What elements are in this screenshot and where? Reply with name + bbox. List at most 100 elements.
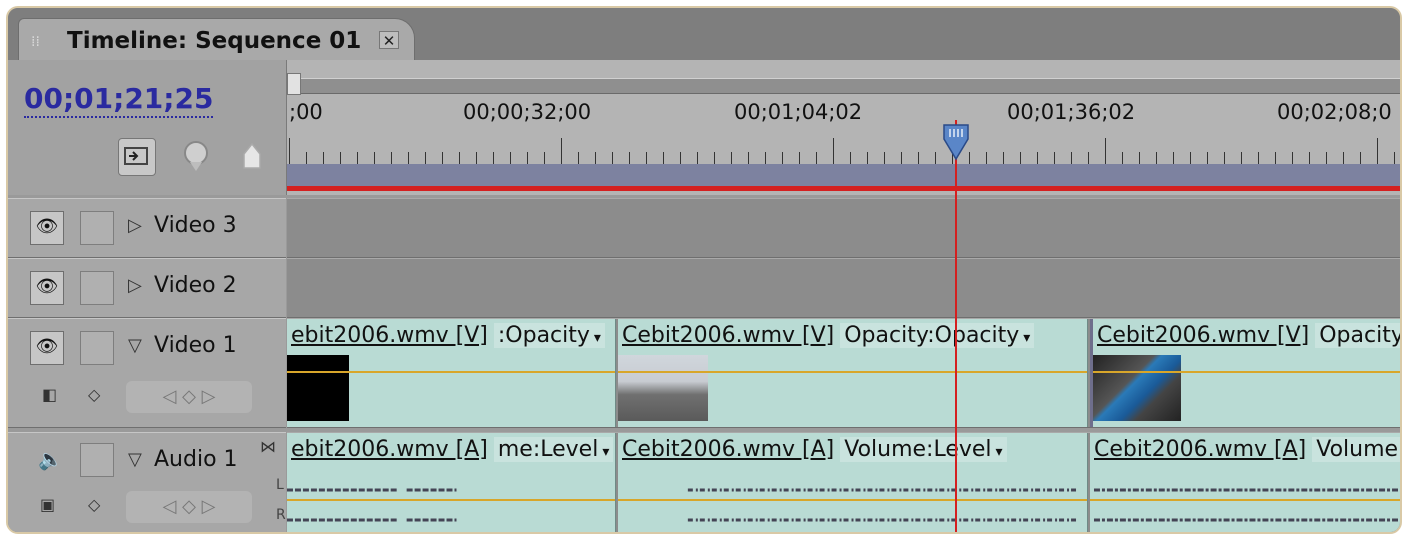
- timeline-panel: ⁞⁞ Timeline: Sequence 01 ✕ 00;01;21;25 ;…: [6, 6, 1402, 534]
- ruler-tick: [459, 152, 460, 164]
- clip-name: Cebit2006.wmv [V]: [622, 323, 835, 348]
- effect-label: Volume: [1316, 437, 1399, 462]
- ruler-tick: [646, 152, 647, 164]
- speaker-icon[interactable]: 🔈: [38, 447, 63, 471]
- ruler-tick: [391, 152, 392, 164]
- waveform-display-icon[interactable]: ▣: [40, 495, 55, 514]
- ruler-tick: [340, 152, 341, 164]
- track-name: Video 2: [154, 273, 237, 298]
- ruler-tick: [714, 152, 715, 164]
- tab-bar: ⁞⁞ Timeline: Sequence 01 ✕: [8, 8, 1400, 63]
- render-bar: [287, 186, 1400, 191]
- time-ruler[interactable]: ;00 00;00;32;00 00;01;04;02 00;01;36;02 …: [287, 60, 1400, 195]
- lock-toggle[interactable]: [80, 331, 114, 365]
- effect-label: Opacity:Opacity: [844, 323, 1020, 348]
- track-audio1[interactable]: ebit2006.wmv [A] me:Level ▾ Cebit2006.wmv …: [287, 432, 1400, 532]
- expand-icon[interactable]: ▷: [128, 275, 142, 296]
- effect-dropdown[interactable]: me:Level ▾: [493, 437, 614, 462]
- ruler-tick: [1173, 152, 1174, 164]
- ruler-tick: [612, 152, 613, 164]
- playhead-icon[interactable]: [942, 123, 970, 161]
- ruler-tick: [1241, 152, 1242, 164]
- close-icon[interactable]: ✕: [379, 31, 399, 50]
- audio-clip[interactable]: ebit2006.wmv [A] me:Level ▾: [287, 433, 616, 532]
- dropdown-icon[interactable]: ▾: [594, 330, 601, 346]
- clip-name: ebit2006.wmv [A]: [291, 437, 488, 462]
- track-video3[interactable]: [287, 198, 1400, 258]
- ruler-label: 00;02;08;0: [1277, 100, 1392, 124]
- keyframe-navigator[interactable]: ◁ ◇ ▷: [126, 491, 252, 523]
- ruler-tick: [561, 138, 562, 164]
- effect-dropdown[interactable]: Volume:Level ▾: [840, 437, 1007, 462]
- dropdown-icon[interactable]: ▾: [1023, 330, 1030, 346]
- ruler-tick: [1394, 152, 1395, 164]
- grip-icon[interactable]: ⁞⁞: [31, 33, 41, 51]
- dropdown-icon[interactable]: ▾: [602, 444, 609, 460]
- clip-header: ebit2006.wmv [V]:Opacity ▾: [287, 319, 615, 355]
- video-clip[interactable]: ebit2006.wmv [V]:Opacity ▾: [287, 319, 616, 427]
- opacity-line[interactable]: [287, 371, 615, 373]
- video-clip[interactable]: Cebit2006.wmv [V] Opacity: [1090, 319, 1402, 427]
- lock-toggle[interactable]: [80, 271, 114, 305]
- keyframe-toggle-icon[interactable]: ◇: [88, 385, 100, 404]
- ruler-tick: [1326, 152, 1327, 164]
- ruler-tick: [1071, 152, 1072, 164]
- playhead-line[interactable]: [955, 120, 957, 532]
- effect-dropdown[interactable]: :Opacity ▾: [493, 323, 605, 348]
- ruler-tick: [986, 152, 987, 164]
- ruler-ticks: [287, 134, 1400, 164]
- collapse-icon[interactable]: ▽: [128, 449, 142, 470]
- volume-line[interactable]: [1090, 499, 1400, 501]
- ruler-tick: [663, 152, 664, 164]
- set-marker-icon[interactable]: [178, 138, 214, 174]
- eye-icon[interactable]: 👁: [30, 271, 64, 305]
- track-video2[interactable]: [287, 258, 1400, 318]
- ruler-tick: [884, 152, 885, 164]
- expand-icon[interactable]: ▷: [128, 215, 142, 236]
- clip-name: Cebit2006.wmv [V]: [1097, 323, 1310, 348]
- audio-clip[interactable]: Cebit2006.wmv [A] Volume:Level ▾: [618, 433, 1088, 532]
- ruler-tick: [1360, 152, 1361, 164]
- display-style-icon[interactable]: ◧: [42, 385, 57, 404]
- set-encore-marker-icon[interactable]: [234, 138, 270, 174]
- clip-header: Cebit2006.wmv [A] Volume:Level ▾: [618, 433, 1087, 469]
- effect-label: :Opacity: [497, 323, 590, 348]
- effect-label: Volume:Level: [844, 437, 992, 462]
- ruler-tick: [578, 152, 579, 164]
- current-timecode[interactable]: 00;01;21;25: [24, 82, 214, 118]
- ruler-tick: [833, 138, 834, 164]
- ruler-label: 00;00;32;00: [463, 100, 592, 124]
- collapse-icon[interactable]: ▽: [128, 335, 142, 356]
- volume-line[interactable]: [287, 499, 615, 501]
- video-clip[interactable]: Cebit2006.wmv [V] Opacity:Opacity ▾: [618, 319, 1088, 427]
- track-video1[interactable]: ebit2006.wmv [V]:Opacity ▾ Cebit2006.wmv …: [287, 318, 1402, 428]
- ruler-tick: [493, 152, 494, 164]
- effect-dropdown[interactable]: Opacity:Opacity ▾: [840, 323, 1035, 348]
- ruler-tick: [1139, 152, 1140, 164]
- ruler-tick: [748, 152, 749, 164]
- keyframe-navigator[interactable]: ◁ ◇ ▷: [126, 381, 252, 413]
- tab-timeline-sequence[interactable]: ⁞⁞ Timeline: Sequence 01 ✕: [18, 18, 415, 63]
- snap-icon[interactable]: [118, 138, 156, 176]
- lock-toggle[interactable]: [80, 211, 114, 245]
- effect-dropdown[interactable]: Opacity: [1315, 323, 1402, 348]
- dropdown-icon[interactable]: ▾: [996, 444, 1003, 460]
- effect-label: Opacity: [1319, 323, 1402, 348]
- opacity-line[interactable]: [618, 371, 1087, 373]
- zoom-handle[interactable]: [287, 73, 301, 95]
- effect-dropdown[interactable]: Volume: [1312, 437, 1400, 462]
- lock-toggle[interactable]: [80, 443, 114, 477]
- volume-line[interactable]: [618, 499, 1087, 501]
- eye-icon[interactable]: 👁: [30, 331, 64, 365]
- zoom-scrollbar[interactable]: [287, 73, 1400, 95]
- ruler-tick: [425, 152, 426, 164]
- keyframe-toggle-icon[interactable]: ◇: [88, 495, 100, 514]
- audio-clip[interactable]: Cebit2006.wmv [A] Volume: [1090, 433, 1400, 532]
- ruler-tick: [1258, 152, 1259, 164]
- ruler-label: 00;01;36;02: [1007, 100, 1136, 124]
- work-area-bar[interactable]: [287, 164, 1400, 186]
- ruler-tick: [1377, 138, 1378, 164]
- opacity-line[interactable]: [1093, 371, 1400, 373]
- eye-icon[interactable]: 👁: [30, 211, 64, 245]
- ruler-tick: [1003, 152, 1004, 164]
